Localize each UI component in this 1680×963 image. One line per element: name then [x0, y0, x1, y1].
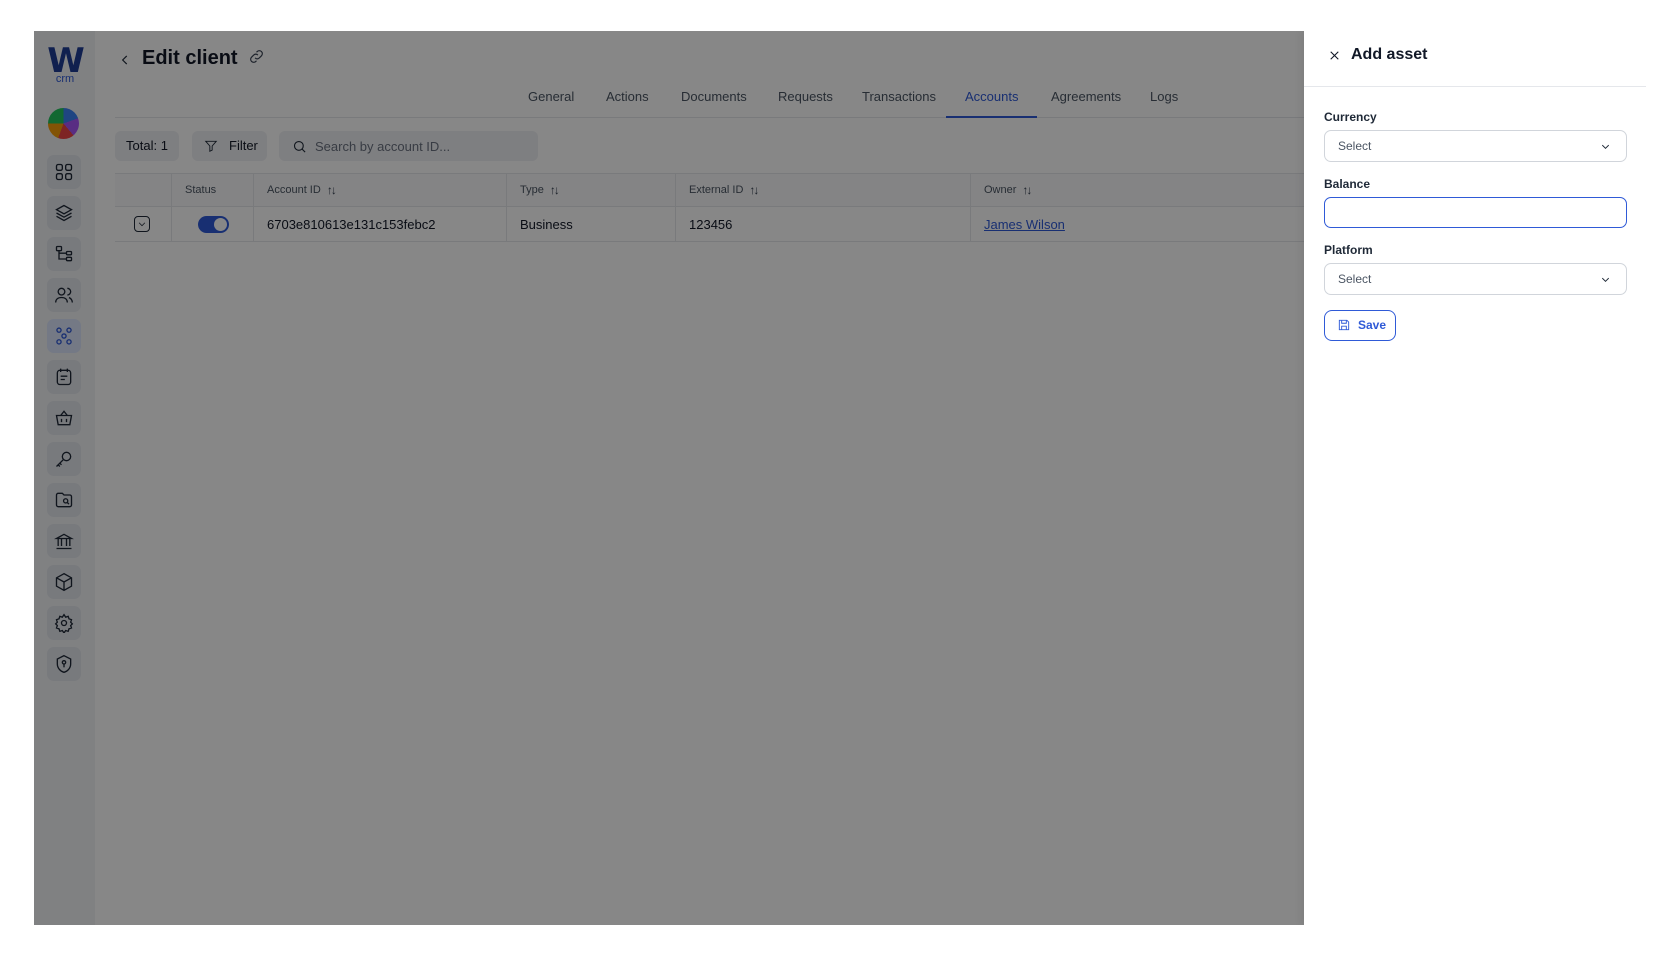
save-button[interactable]: Save [1324, 310, 1396, 341]
platform-label: Platform [1324, 243, 1373, 257]
platform-select[interactable]: Select [1324, 263, 1627, 295]
app-window: W crm Edit client General Actions Docume… [34, 31, 1646, 925]
balance-input[interactable] [1324, 197, 1627, 228]
modal-overlay[interactable] [34, 31, 1304, 925]
add-asset-drawer: Add asset Currency Select Balance Platfo… [1304, 31, 1646, 925]
drawer-header: Add asset [1304, 31, 1646, 87]
currency-value: Select [1338, 139, 1372, 153]
save-icon [1338, 319, 1350, 331]
close-icon [1329, 50, 1339, 60]
drawer-title: Add asset [1351, 46, 1428, 63]
currency-label: Currency [1324, 110, 1377, 124]
currency-select[interactable]: Select [1324, 130, 1627, 162]
save-label: Save [1358, 318, 1387, 332]
chevron-down-icon [1601, 144, 1610, 149]
chevron-down-icon [1601, 277, 1610, 282]
balance-label: Balance [1324, 177, 1371, 191]
platform-value: Select [1338, 272, 1372, 286]
close-button[interactable] [1324, 45, 1344, 65]
